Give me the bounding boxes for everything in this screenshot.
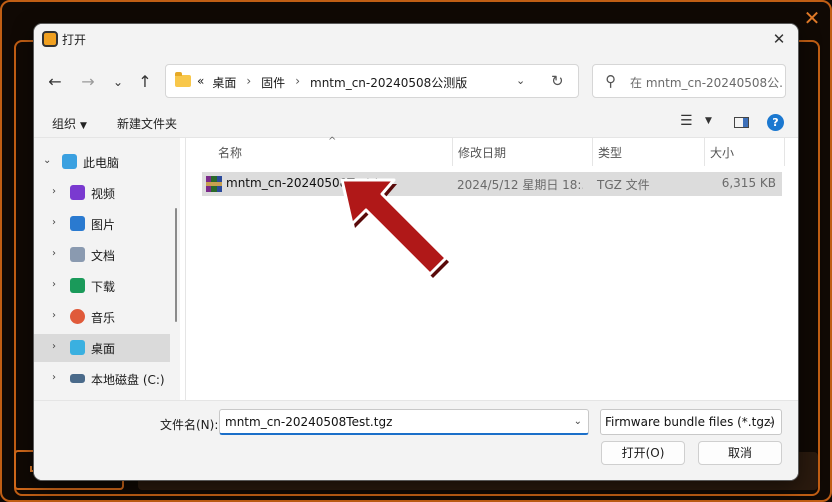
open-button[interactable]: 打开(O) [601, 441, 685, 465]
up-arrow-icon[interactable]: ↑ [133, 70, 157, 94]
sidebar-item-label: 本地磁盘 (C:) [91, 373, 165, 387]
cancel-button[interactable]: 取消 [698, 441, 782, 465]
view-options-icon[interactable]: ☰ [680, 113, 693, 129]
archive-file-icon [206, 176, 222, 192]
view-caret-icon[interactable]: ▼ [705, 116, 712, 126]
sidebar-item-label: 此电脑 [83, 156, 120, 170]
address-bar[interactable]: « 桌面 › 固件 › mntm_cn-20240508公测版 ⌄ ↻ [165, 64, 579, 98]
filetype-value: Firmware bundle files (*.tgz) [605, 415, 775, 429]
file-type: TGZ 文件 [597, 178, 650, 192]
dialog-footer: 文件名(N): mntm_cn-20240508Test.tgz ⌄ Firmw… [34, 400, 798, 480]
sidebar-item-label: 文档 [91, 249, 116, 263]
filename-value: mntm_cn-20240508Test.tgz [225, 415, 393, 429]
column-divider[interactable] [784, 138, 785, 166]
search-icon: ⚲ [605, 72, 616, 90]
dialog-title: 打开 [62, 33, 87, 47]
filename-label: 文件名(N): [160, 418, 219, 432]
column-header-type[interactable]: 类型 [598, 144, 622, 161]
chevron-right-icon[interactable]: › [52, 217, 56, 228]
breadcrumb-item-current-folder[interactable]: mntm_cn-20240508公测版 [310, 74, 467, 91]
sidebar-item-label: 下载 [91, 280, 116, 294]
background-close-icon[interactable]: ✕ [802, 8, 822, 28]
column-header-date-modified[interactable]: 修改日期 [458, 144, 506, 161]
back-arrow-icon[interactable]: ← [43, 70, 67, 94]
breadcrumb: « 桌面 › 固件 › mntm_cn-20240508公测版 [197, 74, 467, 91]
new-folder-button[interactable]: 新建文件夹 [117, 115, 177, 132]
column-divider[interactable] [452, 138, 453, 166]
chevron-right-icon[interactable]: › [52, 186, 56, 197]
sidebar-item-documents[interactable]: › 文档 [34, 241, 170, 269]
sidebar-item-music[interactable]: › 音乐 [34, 303, 170, 331]
sidebar-item-desktop[interactable]: › 桌面 [34, 334, 170, 362]
breadcrumb-item-desktop[interactable]: 桌面 [212, 74, 236, 91]
chevron-right-icon[interactable]: › [52, 248, 56, 259]
organize-label: 组织 [52, 117, 77, 131]
organize-menu-button[interactable]: 组织 ▼ [52, 115, 87, 132]
column-header-name[interactable]: 名称 [218, 144, 242, 161]
chevron-right-icon[interactable]: › [52, 279, 56, 290]
breadcrumb-separator-icon: › [246, 74, 252, 88]
annotation-arrow-icon [340, 178, 449, 278]
folder-icon [175, 72, 191, 87]
file-row[interactable]: mntm_cn-20240508Test.tgz 2024/5/12 星期日 1… [202, 172, 782, 196]
sidebar-item-this-pc[interactable]: ⌄ 此电脑 [34, 148, 170, 176]
sidebar-item-pictures[interactable]: › 图片 [34, 210, 170, 238]
caret-down-icon: ▼ [80, 121, 87, 131]
dialog-titlebar: 打开 ✕ [34, 24, 798, 54]
file-date-modified: 2024/5/12 星期日 18:... [457, 178, 583, 192]
drive-icon [70, 374, 85, 383]
download-icon [70, 278, 85, 293]
desktop-icon [70, 340, 85, 355]
documents-icon [70, 247, 85, 262]
pictures-icon [70, 216, 85, 231]
navigation-scrollbar[interactable] [175, 208, 177, 322]
sidebar-item-label: 视频 [91, 187, 116, 201]
sidebar-item-local-disk-c[interactable]: › 本地磁盘 (C:) [34, 365, 170, 393]
dialog-close-icon[interactable]: ✕ [766, 27, 792, 51]
breadcrumb-overflow-icon[interactable]: « [197, 74, 212, 91]
pc-icon [62, 154, 77, 169]
recent-locations-chevron-icon[interactable]: ⌄ [106, 70, 130, 94]
column-divider[interactable] [592, 138, 593, 166]
file-size: 6,315 KB [721, 176, 776, 190]
sidebar-item-label: 图片 [91, 218, 116, 232]
filetype-dropdown-icon: ⌄ [766, 416, 775, 427]
help-icon[interactable]: ? [767, 114, 784, 131]
filename-input[interactable]: mntm_cn-20240508Test.tgz ⌄ [219, 409, 589, 435]
navigation-bar: ← → ⌄ ↑ « 桌面 › 固件 › mntm_cn-20240508公测版 … [34, 54, 798, 110]
sidebar-item-label: 桌面 [91, 342, 116, 356]
breadcrumb-item-firmware[interactable]: 固件 [261, 74, 285, 91]
music-icon [70, 309, 85, 324]
column-header-size[interactable]: 大小 [710, 144, 734, 161]
navigation-pane: ⌄ 此电脑 › 视频 › 图片 › 文档 › 下载 › 音乐 › 桌面 › 本地… [34, 138, 180, 400]
sort-ascending-icon: ^ [328, 136, 337, 147]
sidebar-item-downloads[interactable]: › 下载 [34, 272, 170, 300]
filetype-select[interactable]: Firmware bundle files (*.tgz) ⌄ [600, 409, 782, 435]
filename-dropdown-icon[interactable]: ⌄ [574, 416, 582, 427]
search-box[interactable]: ⚲ 在 mntm_cn-20240508公... [592, 64, 786, 98]
sidebar-item-label: 音乐 [91, 311, 116, 325]
column-divider[interactable] [704, 138, 705, 166]
app-icon [42, 31, 58, 47]
breadcrumb-separator-icon: › [295, 74, 300, 88]
chevron-right-icon[interactable]: › [52, 310, 56, 321]
refresh-icon[interactable]: ↻ [551, 72, 564, 90]
chevron-down-icon[interactable]: ⌄ [43, 155, 51, 166]
forward-arrow-icon[interactable]: → [76, 70, 100, 94]
chevron-right-icon[interactable]: › [52, 341, 56, 352]
sidebar-item-videos[interactable]: › 视频 [34, 179, 170, 207]
address-dropdown-icon[interactable]: ⌄ [516, 74, 525, 87]
preview-pane-icon[interactable] [734, 117, 749, 128]
search-input[interactable]: 在 mntm_cn-20240508公... [630, 74, 782, 91]
video-icon [70, 185, 85, 200]
command-toolbar: 组织 ▼ 新建文件夹 ☰ ▼ ? [34, 110, 798, 138]
file-list: 名称 ^ 修改日期 类型 大小 mntm_cn-20240508Test.tgz… [186, 136, 798, 400]
chevron-right-icon[interactable]: › [52, 372, 56, 383]
